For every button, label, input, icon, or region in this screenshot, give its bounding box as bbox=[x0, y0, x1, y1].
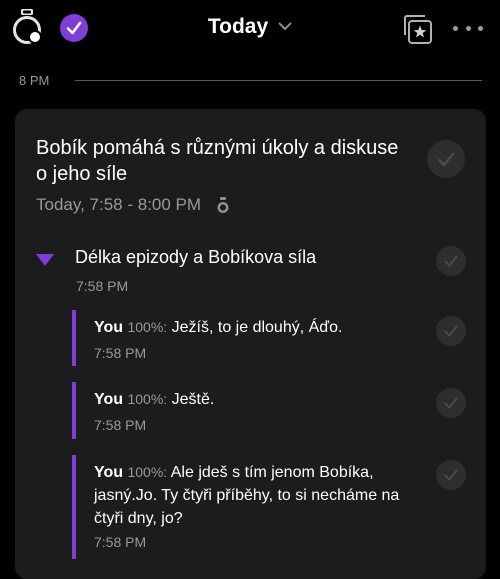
section-check-button[interactable] bbox=[436, 246, 466, 276]
top-bar: Today bbox=[0, 0, 500, 60]
speaker-name: You bbox=[94, 391, 124, 408]
speaker-name: You bbox=[94, 464, 124, 481]
section-header[interactable]: Délka epizody a Bobíkova síla 7:58 PM bbox=[36, 246, 466, 296]
entry-check-button[interactable] bbox=[436, 388, 466, 418]
timeline-divider bbox=[75, 80, 482, 81]
more-icon[interactable] bbox=[453, 17, 483, 39]
entry-check-button[interactable] bbox=[436, 460, 466, 490]
transcript: Ještě. bbox=[171, 391, 215, 408]
timeline-label: 8 PM bbox=[19, 73, 50, 88]
star-stack-icon[interactable] bbox=[400, 12, 434, 46]
entry-check-button[interactable] bbox=[436, 316, 466, 346]
entry-time: 7:58 PM bbox=[94, 345, 147, 361]
check-icon bbox=[444, 397, 458, 409]
section-title: Délka epizody a Bobíkova síla bbox=[75, 247, 317, 267]
list-item[interactable]: You 100%: Ježíš, to je dlouhý, Áďo. 7:58… bbox=[72, 310, 472, 366]
event-card[interactable]: Bobík pomáhá s různými úkoly a diskuse o… bbox=[15, 109, 486, 579]
section-time: 7:58 PM bbox=[76, 278, 129, 294]
check-icon bbox=[437, 152, 455, 166]
timeline-marker: 8 PM bbox=[0, 71, 500, 91]
speaker-name: You bbox=[94, 319, 124, 336]
entry-text: You 100%: Ale jdeš s tím jenom Bobíka, j… bbox=[94, 461, 424, 530]
event-title: Bobík pomáhá s různými úkoly a diskuse o… bbox=[36, 137, 399, 185]
list-item[interactable]: You 100%: Ještě. 7:58 PM bbox=[72, 382, 472, 439]
disclosure-triangle-icon[interactable] bbox=[36, 254, 54, 266]
event-check-button[interactable] bbox=[427, 140, 465, 178]
watch-icon[interactable] bbox=[12, 9, 42, 45]
watch-icon bbox=[217, 196, 229, 213]
confidence: 100%: bbox=[127, 319, 168, 335]
list-item[interactable]: You 100%: Ale jdeš s tím jenom Bobíka, j… bbox=[72, 455, 472, 559]
transcript: Ježíš, to je dlouhý, Áďo. bbox=[171, 319, 343, 336]
date-picker-button[interactable]: Today bbox=[208, 15, 292, 39]
entry-accent-bar bbox=[72, 310, 76, 366]
entry-text: You 100%: Ještě. bbox=[94, 388, 424, 411]
entry-time: 7:58 PM bbox=[94, 534, 147, 550]
check-icon bbox=[444, 325, 458, 337]
check-icon[interactable] bbox=[60, 14, 88, 42]
check-icon bbox=[444, 469, 458, 481]
confidence: 100%: bbox=[127, 464, 168, 480]
entry-accent-bar bbox=[72, 455, 76, 559]
entry-text: You 100%: Ježíš, to je dlouhý, Áďo. bbox=[94, 316, 424, 339]
entry-time: 7:58 PM bbox=[94, 417, 147, 433]
check-icon bbox=[444, 255, 458, 267]
entry-accent-bar bbox=[72, 382, 76, 439]
event-time-range: Today, 7:58 - 8:00 PM bbox=[36, 195, 202, 214]
page-title: Today bbox=[207, 15, 269, 38]
chevron-down-icon bbox=[278, 18, 292, 36]
event-subtitle: Today, 7:58 - 8:00 PM bbox=[36, 195, 229, 215]
confidence: 100%: bbox=[127, 391, 168, 407]
